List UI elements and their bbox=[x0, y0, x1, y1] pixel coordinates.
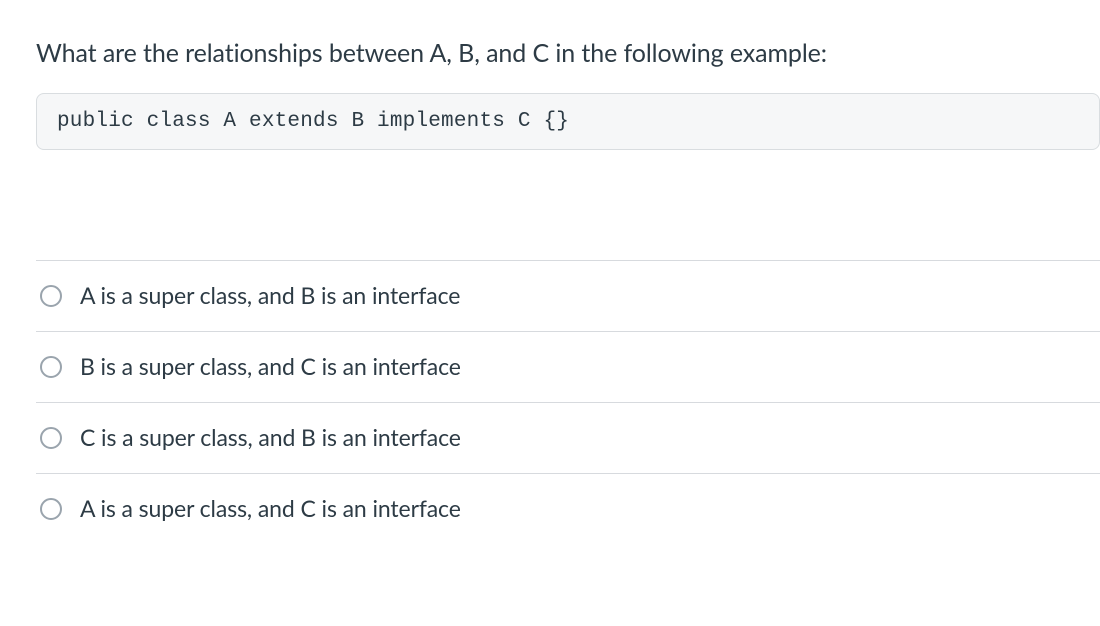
option-label: C is a super class, and B is an interfac… bbox=[80, 423, 461, 453]
question-prompt: What are the relationships between A, B,… bbox=[36, 36, 1100, 71]
option-row[interactable]: C is a super class, and B is an interfac… bbox=[36, 402, 1100, 473]
radio-icon[interactable] bbox=[40, 427, 62, 449]
option-row[interactable]: A is a super class, and C is an interfac… bbox=[36, 473, 1100, 528]
option-row[interactable]: A is a super class, and B is an interfac… bbox=[36, 260, 1100, 331]
options-list: A is a super class, and B is an interfac… bbox=[36, 260, 1100, 528]
option-label: A is a super class, and B is an interfac… bbox=[80, 281, 460, 311]
code-block: public class A extends B implements C {} bbox=[36, 93, 1100, 150]
radio-icon[interactable] bbox=[40, 498, 62, 520]
option-row[interactable]: B is a super class, and C is an interfac… bbox=[36, 331, 1100, 402]
radio-icon[interactable] bbox=[40, 356, 62, 378]
option-label: B is a super class, and C is an interfac… bbox=[80, 352, 461, 382]
radio-icon[interactable] bbox=[40, 285, 62, 307]
option-label: A is a super class, and C is an interfac… bbox=[80, 494, 461, 524]
